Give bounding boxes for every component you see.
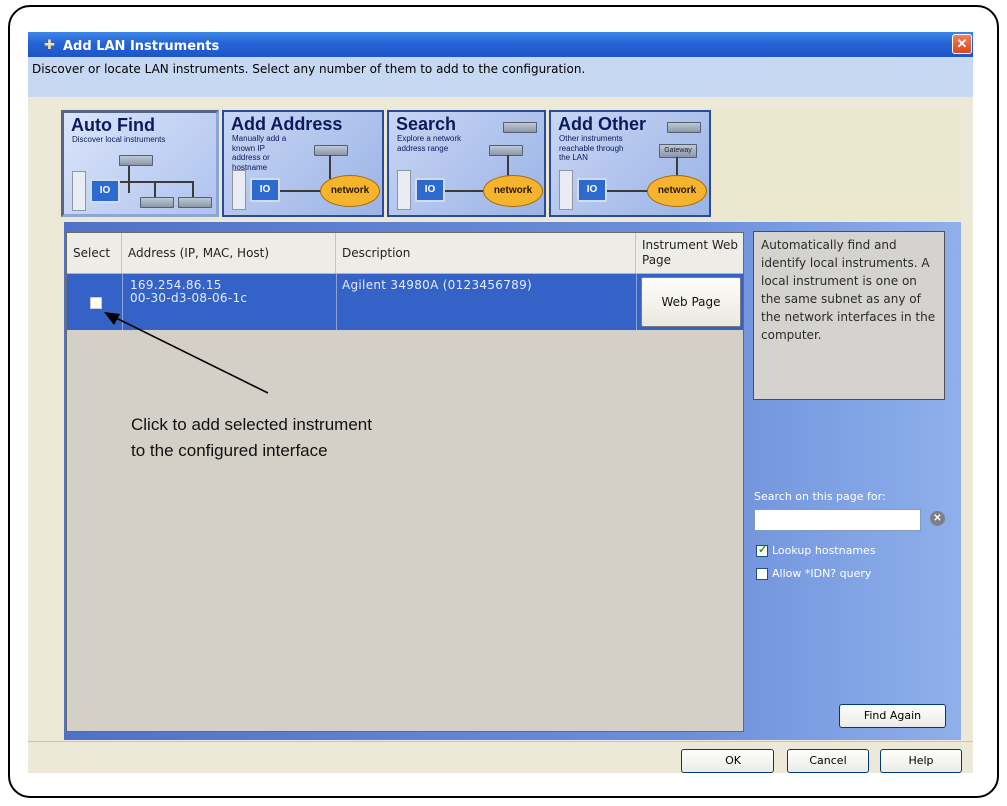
tab-title: Add Other bbox=[558, 114, 646, 134]
computer-tower-icon bbox=[559, 170, 573, 210]
search-label: Search on this page for: bbox=[754, 490, 886, 503]
monitor-icon: IO bbox=[90, 179, 120, 203]
row-select-checkbox[interactable] bbox=[90, 297, 102, 309]
table-header: Select Address (IP, MAC, Host) Descripti… bbox=[67, 233, 743, 274]
cancel-button[interactable]: Cancel bbox=[787, 749, 869, 773]
instrument-icon bbox=[119, 155, 153, 166]
gateway-icon: Gateway bbox=[659, 144, 697, 158]
monitor-icon: IO bbox=[577, 178, 607, 202]
column-header-select[interactable]: Select bbox=[67, 233, 122, 273]
column-header-description[interactable]: Description bbox=[336, 233, 636, 273]
column-divider bbox=[336, 274, 337, 330]
column-header-address[interactable]: Address (IP, MAC, Host) bbox=[122, 233, 336, 273]
column-divider bbox=[122, 274, 123, 330]
instrument-icon bbox=[178, 197, 212, 208]
network-cloud-icon: network bbox=[647, 175, 707, 207]
network-cloud-icon: network bbox=[320, 175, 380, 207]
help-button[interactable]: Help bbox=[880, 749, 962, 773]
column-divider bbox=[636, 274, 637, 330]
row-description: Agilent 34980A (0123456789) bbox=[342, 278, 533, 292]
row-address-mac: 00-30-d3-08-06-1c bbox=[130, 291, 248, 305]
window-title: Add LAN Instruments bbox=[63, 39, 220, 54]
wire bbox=[128, 163, 130, 193]
tab-subtitle: Discover local instruments bbox=[72, 135, 166, 144]
annotation-line-1: Click to add selected instrument bbox=[131, 415, 372, 434]
instrument-icon bbox=[503, 122, 537, 133]
lookup-hostnames-checkbox[interactable] bbox=[756, 543, 768, 557]
column-header-web-page[interactable]: Instrument Web Page bbox=[636, 233, 743, 273]
tab-title: Auto Find bbox=[71, 115, 155, 135]
find-again-button[interactable]: Find Again bbox=[839, 704, 946, 728]
wire bbox=[192, 181, 194, 197]
tab-subtitle: Other instruments reachable through the … bbox=[559, 134, 624, 162]
ok-button[interactable]: OK bbox=[681, 749, 774, 773]
help-description-panel: Automatically find and identify local in… bbox=[753, 231, 945, 400]
monitor-icon: IO bbox=[415, 178, 445, 202]
wire bbox=[329, 155, 331, 179]
annotation-line-2: to the configured interface bbox=[131, 441, 328, 460]
tab-add-other[interactable]: Add Other Other instruments reachable th… bbox=[549, 110, 711, 217]
search-input[interactable] bbox=[754, 509, 921, 531]
computer-tower-icon bbox=[232, 170, 246, 210]
lookup-hostnames-label: Lookup hostnames bbox=[772, 544, 876, 557]
tab-add-address[interactable]: Add Address Manually add a known IP addr… bbox=[222, 110, 384, 217]
tab-auto-find[interactable]: Auto Find Discover local instruments IO bbox=[61, 110, 219, 217]
clear-search-icon[interactable]: ✕ bbox=[930, 511, 945, 526]
tab-subtitle: Manually add a known IP address or hostn… bbox=[232, 134, 287, 172]
computer-tower-icon bbox=[397, 170, 411, 210]
tab-search[interactable]: Search Explore a network address range I… bbox=[387, 110, 546, 217]
instrument-icon bbox=[667, 122, 701, 133]
allow-idn-checkbox[interactable] bbox=[756, 568, 768, 580]
close-button[interactable]: ✕ bbox=[952, 34, 972, 54]
computer-tower-icon bbox=[72, 171, 86, 211]
instrument-icon bbox=[489, 145, 523, 156]
web-page-button[interactable]: Web Page bbox=[641, 277, 741, 327]
monitor-icon: IO bbox=[250, 178, 280, 202]
lan-instruments-icon: ✚ bbox=[44, 37, 55, 52]
tab-title: Add Address bbox=[231, 114, 343, 134]
allow-idn-label: Allow *IDN? query bbox=[772, 567, 872, 580]
wire bbox=[676, 157, 678, 177]
instrument-icon bbox=[314, 145, 348, 156]
tab-title: Search bbox=[396, 114, 457, 134]
dialog-subtitle: Discover or locate LAN instruments. Sele… bbox=[32, 62, 586, 76]
instrument-icon bbox=[140, 197, 174, 208]
button-bar-separator bbox=[28, 741, 973, 742]
network-cloud-icon: network bbox=[483, 175, 543, 207]
tab-subtitle: Explore a network address range bbox=[397, 134, 462, 153]
wire bbox=[154, 181, 156, 197]
annotation-text: Click to add selected instrument to the … bbox=[131, 412, 372, 464]
